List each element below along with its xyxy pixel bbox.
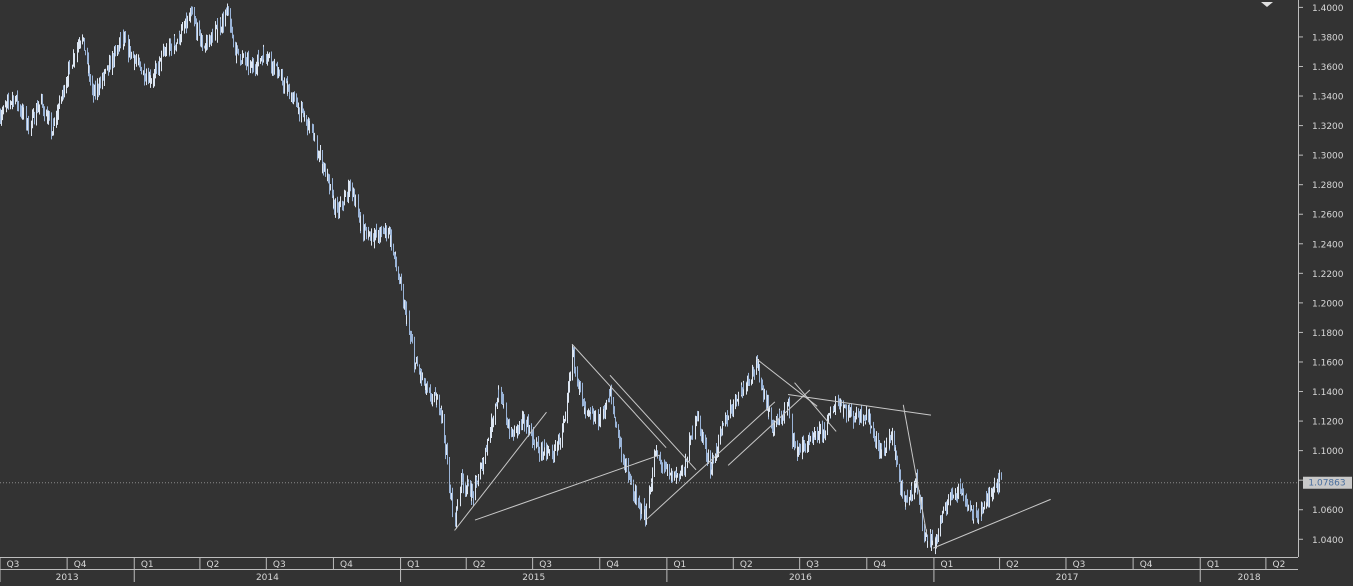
quarter-label: Q1 xyxy=(941,560,954,570)
y-tick-label: 1.2600 xyxy=(1312,211,1344,221)
y-tick-label: 1.3000 xyxy=(1312,152,1344,162)
y-tick-label: 1.1200 xyxy=(1312,418,1344,428)
y-tick-label: 1.3400 xyxy=(1312,93,1344,103)
quarter-label: Q2 xyxy=(207,560,220,570)
quarter-label: Q4 xyxy=(1140,560,1153,570)
quarter-label: Q3 xyxy=(1073,560,1086,570)
quarter-label: Q3 xyxy=(539,560,552,570)
y-tick-label: 1.0400 xyxy=(1312,536,1344,546)
quarter-label: Q4 xyxy=(873,560,886,570)
year-label: 2014 xyxy=(256,573,279,582)
y-tick-label: 1.4000 xyxy=(1312,4,1344,14)
plot-background xyxy=(0,0,1298,557)
quarter-label: Q2 xyxy=(1272,560,1285,570)
y-tick-label: 1.3800 xyxy=(1312,33,1344,43)
quarter-label: Q3 xyxy=(806,560,819,570)
quarter-label: Q4 xyxy=(606,560,619,570)
quarter-label: Q3 xyxy=(273,560,286,570)
quarter-label: Q4 xyxy=(74,560,87,570)
y-tick-label: 1.1400 xyxy=(1312,388,1344,398)
y-tick-label: 1.2400 xyxy=(1312,240,1344,250)
year-label: 2017 xyxy=(1056,573,1079,582)
y-tick-label: 1.1000 xyxy=(1312,447,1344,457)
y-tick-label: 1.3200 xyxy=(1312,122,1344,132)
year-label: 2016 xyxy=(789,573,812,582)
quarter-label: Q3 xyxy=(7,560,20,570)
y-tick-label: 1.1600 xyxy=(1312,358,1344,368)
y-tick-label: 1.2800 xyxy=(1312,181,1344,191)
quarter-label: Q2 xyxy=(473,560,486,570)
year-label: 2018 xyxy=(1238,573,1261,582)
quarter-label: Q4 xyxy=(340,560,353,570)
y-axis: 1.4000 1.3800 1.3600 1.3400 1.3200 1.3000 1.28… xyxy=(1298,4,1344,546)
y-tick-label: 1.2200 xyxy=(1312,270,1344,280)
quarter-label: Q2 xyxy=(1006,560,1019,570)
quarter-label: Q1 xyxy=(141,560,154,570)
quarter-label: Q1 xyxy=(407,560,420,570)
year-label: 2013 xyxy=(56,573,79,582)
year-label: 2015 xyxy=(522,573,545,582)
y-tick-label: 1.3600 xyxy=(1312,63,1344,73)
last-price-marker: 1.07863 xyxy=(1303,476,1352,489)
quarter-label: Q2 xyxy=(740,560,753,570)
chart-window: 1.4000 1.3800 1.3600 1.3400 1.3200 1.3000 1.28… xyxy=(0,0,1353,583)
y-tick-label: 1.1800 xyxy=(1312,329,1344,339)
y-tick-label: 1.0600 xyxy=(1312,506,1344,516)
price-chart: 1.4000 1.3800 1.3600 1.3400 1.3200 1.3000 1.28… xyxy=(0,0,1352,583)
quarter-label: Q1 xyxy=(1207,560,1220,570)
y-tick-label: 1.2000 xyxy=(1312,299,1344,309)
last-price-label: 1.07863 xyxy=(1308,479,1345,489)
quarter-label: Q1 xyxy=(673,560,686,570)
